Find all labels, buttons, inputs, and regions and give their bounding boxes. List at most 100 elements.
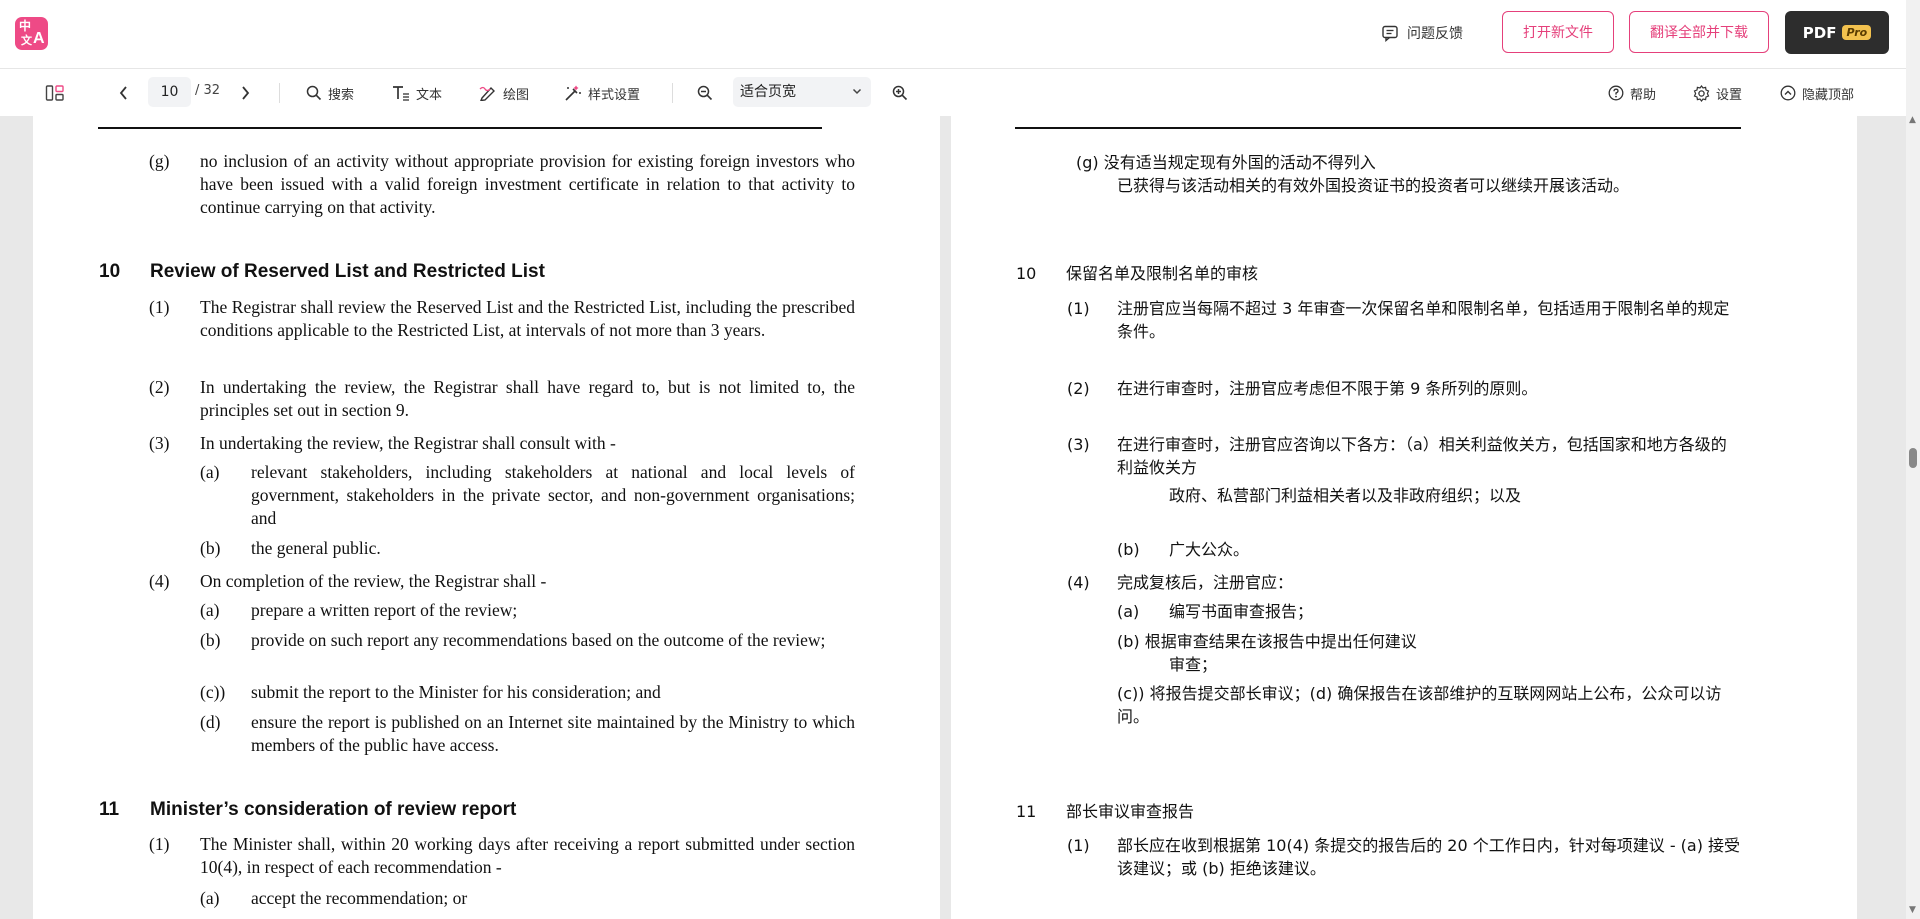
page-number-input[interactable]: 10 xyxy=(148,77,191,107)
text-tool-icon xyxy=(392,85,410,101)
text-tool-label: 文本 xyxy=(416,87,443,103)
pdf-pro-button[interactable]: PDF Pro xyxy=(1785,11,1889,54)
pdf-label: PDF xyxy=(1802,23,1837,42)
search-label: 搜索 xyxy=(328,87,355,103)
item-marker: (a) xyxy=(1117,602,1140,621)
pen-icon xyxy=(479,85,497,101)
search-icon xyxy=(306,85,322,101)
scrollbar-thumb[interactable] xyxy=(1909,448,1917,468)
zoom-out-button[interactable] xyxy=(697,69,713,117)
item-marker: (b) xyxy=(200,538,221,558)
feedback-button[interactable]: 问题反馈 xyxy=(1381,21,1463,45)
draw-tool-button[interactable]: 绘图 xyxy=(479,69,529,117)
item-marker: (3) xyxy=(1067,435,1090,454)
item-text: 注册官应当每隔不超过 3 年审查一次保留名单和限制名单，包括适用于限制名单的规定… xyxy=(1117,299,1730,341)
page-total: / 32 xyxy=(195,83,221,98)
item-text: (b) 根据审查结果在该报告中提出任何建议 xyxy=(1117,632,1417,651)
item-marker: (b) xyxy=(200,630,221,650)
item-marker: (1) xyxy=(149,297,170,317)
app-logo[interactable]: 中 文 A xyxy=(15,17,48,50)
item-text: prepare a written report of the review; xyxy=(251,600,518,620)
chevron-down-icon xyxy=(852,77,862,107)
translate-all-download-label: 翻译全部并下载 xyxy=(1650,25,1748,41)
prev-page-button[interactable] xyxy=(118,69,130,117)
search-button[interactable]: 搜索 xyxy=(306,69,354,117)
item-marker: (1) xyxy=(149,834,170,854)
toolbar: 10 / 32 搜索 文本 绘图 样式设置 适合页宽 帮助 设置 隐藏顶部 xyxy=(0,68,1906,117)
section-number: 10 xyxy=(99,261,121,282)
item-text: 在进行审查时，注册官应考虑但不限于第 9 条所列的原则。 xyxy=(1117,379,1538,398)
header-rule xyxy=(1015,127,1741,129)
item-marker: (4) xyxy=(1067,573,1090,592)
style-settings-button[interactable]: 样式设置 xyxy=(564,69,640,117)
open-new-file-label: 打开新文件 xyxy=(1523,25,1593,41)
item-text: ensure the report is published on an Int… xyxy=(251,712,855,755)
original-page: (g) no inclusion of an activity without … xyxy=(33,116,940,919)
item-text: (c)) 将报告提交部长审议；(d) 确保报告在该部维护的互联网网站上公布，公众… xyxy=(1117,684,1722,726)
style-brush-icon xyxy=(564,85,582,101)
next-page-button[interactable] xyxy=(239,69,251,117)
hide-top-button[interactable]: 隐藏顶部 xyxy=(1780,69,1854,117)
section-title: 保留名单及限制名单的审核 xyxy=(1066,264,1259,283)
style-settings-label: 样式设置 xyxy=(588,87,641,103)
item-text: relevant stakeholders, including stakeho… xyxy=(251,462,855,528)
settings-label: 设置 xyxy=(1716,87,1743,103)
item-marker: (b) xyxy=(1117,540,1140,559)
zoom-select[interactable]: 适合页宽 xyxy=(733,77,871,107)
help-icon xyxy=(1608,85,1624,101)
vertical-scrollbar[interactable]: ▲ ▼ xyxy=(1906,0,1920,919)
section-title: 部长审议审查报告 xyxy=(1066,802,1195,821)
help-button[interactable]: 帮助 xyxy=(1608,69,1656,117)
text-tool-button[interactable]: 文本 xyxy=(392,69,442,117)
section-number: 11 xyxy=(1016,802,1037,821)
scroll-up-arrow-icon[interactable]: ▲ xyxy=(1909,115,1916,125)
item-text: On completion of the review, the Registr… xyxy=(200,571,547,591)
sidebar-toggle-icon xyxy=(45,84,65,102)
open-new-file-button[interactable]: 打开新文件 xyxy=(1502,11,1614,53)
hide-top-label: 隐藏顶部 xyxy=(1802,87,1855,103)
scroll-down-arrow-icon[interactable]: ▼ xyxy=(1909,905,1916,915)
item-marker: (a) xyxy=(200,888,220,908)
gear-icon xyxy=(1693,84,1710,102)
document-viewer[interactable]: (g) no inclusion of an activity without … xyxy=(0,116,1906,919)
chevron-left-icon xyxy=(118,85,130,101)
item-text: In undertaking the review, the Registrar… xyxy=(200,377,855,420)
item-text: In undertaking the review, the Registrar… xyxy=(200,433,616,453)
zoom-out-icon xyxy=(697,85,713,101)
item-marker: (g) xyxy=(149,151,170,171)
feedback-label: 问题反馈 xyxy=(1407,26,1463,42)
section-number: 11 xyxy=(99,799,120,820)
item-marker: (3) xyxy=(149,433,170,453)
section-number: 10 xyxy=(1016,264,1037,283)
translate-all-download-button[interactable]: 翻译全部并下载 xyxy=(1629,11,1769,53)
item-text: 编写书面审查报告； xyxy=(1169,602,1314,621)
settings-button[interactable]: 设置 xyxy=(1693,69,1742,117)
item-text: accept the recommendation; or xyxy=(251,888,468,908)
item-marker: (a) xyxy=(200,600,220,620)
help-label: 帮助 xyxy=(1630,87,1657,103)
item-text: 审查； xyxy=(1169,655,1218,674)
header-rule xyxy=(98,127,822,129)
item-marker: (a) xyxy=(200,462,220,482)
item-marker: (1) xyxy=(1067,299,1090,318)
zoom-in-button[interactable] xyxy=(892,69,908,117)
sidebar-toggle-button[interactable] xyxy=(45,69,65,117)
translated-page: (g) 没有适当规定现有外国的活动不得列入 已获得与该活动相关的有效外国投资证书… xyxy=(951,116,1857,919)
zoom-value: 适合页宽 xyxy=(740,84,796,100)
item-text: 政府、私营部门利益相关者以及非政府组织；以及 xyxy=(1169,486,1522,505)
toolbar-divider xyxy=(279,83,280,103)
item-marker: (4) xyxy=(149,571,170,591)
draw-tool-label: 绘图 xyxy=(503,87,530,103)
item-text: the general public. xyxy=(251,538,381,558)
item-marker: (d) xyxy=(200,712,221,732)
item-text: (g) 没有适当规定现有外国的活动不得列入 xyxy=(1076,153,1376,172)
item-text: no inclusion of an activity without appr… xyxy=(200,151,855,217)
chevron-right-icon xyxy=(239,85,251,101)
item-text: 部长应在收到根据第 10(4) 条提交的报告后的 20 个工作日内，针对每项建议… xyxy=(1117,836,1741,878)
toolbar-divider xyxy=(672,83,673,103)
item-text: submit the report to the Minister for hi… xyxy=(251,682,661,702)
item-text: The Registrar shall review the Reserved … xyxy=(200,297,855,340)
chevron-up-circle-icon xyxy=(1780,85,1796,101)
item-text: 广大公众。 xyxy=(1169,540,1250,559)
section-title: Minister’s consideration of review repor… xyxy=(150,799,517,820)
